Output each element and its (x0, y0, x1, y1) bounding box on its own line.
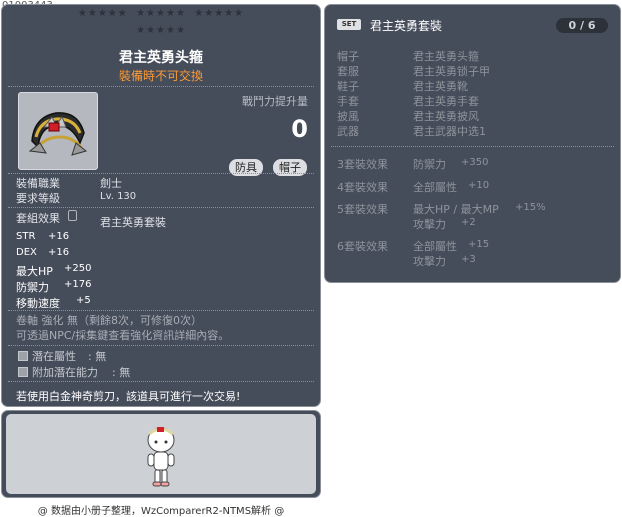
divider (331, 146, 614, 147)
set-badge: SET (337, 19, 361, 30)
set-part-slot: 套服 (337, 65, 359, 78)
set-effect-stat: 防禦力 (413, 158, 446, 171)
divider (8, 310, 314, 311)
set-effect-tier-label: 4套裝效果 (337, 181, 388, 194)
stat-value: +5 (76, 295, 91, 306)
potential-label: 潛在屬性 (32, 350, 76, 363)
set-effect-value: +15% (515, 202, 546, 213)
set-effect-tier-label: 3套裝效果 (337, 158, 388, 171)
stat-value: +16 (48, 247, 70, 258)
set-title: 君主英勇套裝 (370, 19, 443, 33)
set-part-name: 君主英勇锁子甲 (413, 65, 490, 78)
potential-value: : 無 (88, 350, 107, 363)
set-effect-value: +10 (468, 180, 490, 191)
job-label: 裝備職業 (16, 177, 60, 190)
level-value: Lv. 130 (100, 191, 137, 202)
set-info-panel: SET 君主英勇套裝 0 / 6 帽子 君主英勇头箍 套服 君主英勇锁子甲 鞋子… (324, 4, 621, 283)
star-force-row: ★★★★★ (136, 25, 186, 36)
divider (8, 381, 314, 382)
set-effect-label: 套組效果 (16, 212, 60, 225)
set-count: 0 / 6 (556, 18, 608, 33)
set-effect-stat: 最大HP / 最大MP (413, 203, 499, 216)
set-part-slot: 帽子 (337, 50, 359, 63)
preview-area (6, 414, 316, 494)
enhance-hint: 可透過NPC/採集鍵查看強化資訊詳細內容。 (16, 329, 230, 342)
stat-name: DEX (16, 247, 37, 258)
enhance-info: 卷軸 強化 無（剩餘8次，可修復0次） (16, 314, 202, 327)
set-effect-tier-label: 5套裝效果 (337, 203, 388, 216)
combat-power-value: 0 (291, 115, 308, 143)
set-part-name: 君主武器中选1 (413, 125, 486, 138)
divider (8, 345, 314, 346)
set-effect-value: +15 (468, 239, 490, 250)
divider (8, 173, 314, 174)
set-effect-value: +350 (461, 157, 489, 168)
item-name: 君主英勇头箍 (119, 50, 203, 66)
set-effect-stat: 全部屬性 (413, 240, 457, 253)
level-label: 要求等級 (16, 192, 60, 205)
bonus-potential-label: 附加潛在能力 (32, 366, 98, 379)
set-effect-stat: 全部屬性 (413, 181, 457, 194)
set-part-name: 君主英勇靴 (413, 80, 468, 93)
set-part-slot: 鞋子 (337, 80, 359, 93)
combat-power-label: 戰鬥力提升量 (242, 95, 308, 108)
stat-name: 最大HP (16, 265, 53, 278)
item-icon-frame (18, 92, 98, 170)
set-part-slot: 手套 (337, 95, 359, 108)
set-effect-stat: 攻擊力 (413, 255, 446, 268)
credit-line: @ 数据由小册子整理，WzComparerR2-NTMS解析 @ (37, 506, 285, 517)
bonus-potential-icon (18, 367, 28, 377)
stat-name: 防禦力 (16, 281, 49, 294)
stat-name: STR (16, 231, 36, 242)
set-effect-value: +2 (461, 217, 476, 228)
set-effect-value: +3 (461, 254, 476, 265)
potential-icon (18, 351, 28, 361)
trade-restriction-note: 裝備時不可交換 (118, 69, 203, 83)
set-part-slot: 武器 (337, 125, 359, 138)
divider (8, 86, 314, 87)
star-force-row: ★★★★★ ★★★★★ ★★★★★ (77, 8, 245, 19)
helmet-icon (28, 112, 88, 156)
divider (8, 207, 314, 208)
item-tooltip-panel: ★★★★★ ★★★★★ ★★★★★ ★★★★★ 君主英勇头箍 裝備時不可交換 戰… (1, 4, 321, 407)
bonus-potential-value: : 無 (112, 366, 131, 379)
set-effect-tier-label: 6套裝效果 (337, 240, 388, 253)
set-part-name: 君主英勇头箍 (413, 50, 479, 63)
stat-value: +176 (64, 279, 92, 290)
set-effect-value[interactable]: 君主英勇套裝 (100, 214, 166, 230)
stat-value: +250 (64, 263, 92, 274)
stat-value: +16 (48, 231, 70, 242)
stat-name: 移動速度 (16, 297, 60, 310)
set-effect-stat: 攻擊力 (413, 218, 446, 231)
job-value: 劍士 (100, 177, 122, 190)
set-part-name: 君主英勇手套 (413, 95, 479, 108)
character-preview-panel (1, 410, 321, 498)
set-part-name: 君主英勇披风 (413, 110, 479, 123)
character-avatar-icon (147, 427, 175, 487)
set-part-slot: 披風 (337, 110, 359, 123)
scissors-trade-note: 若使用白金神奇剪刀，該道具可進行一次交易! (16, 390, 241, 403)
lock-icon (68, 210, 77, 221)
